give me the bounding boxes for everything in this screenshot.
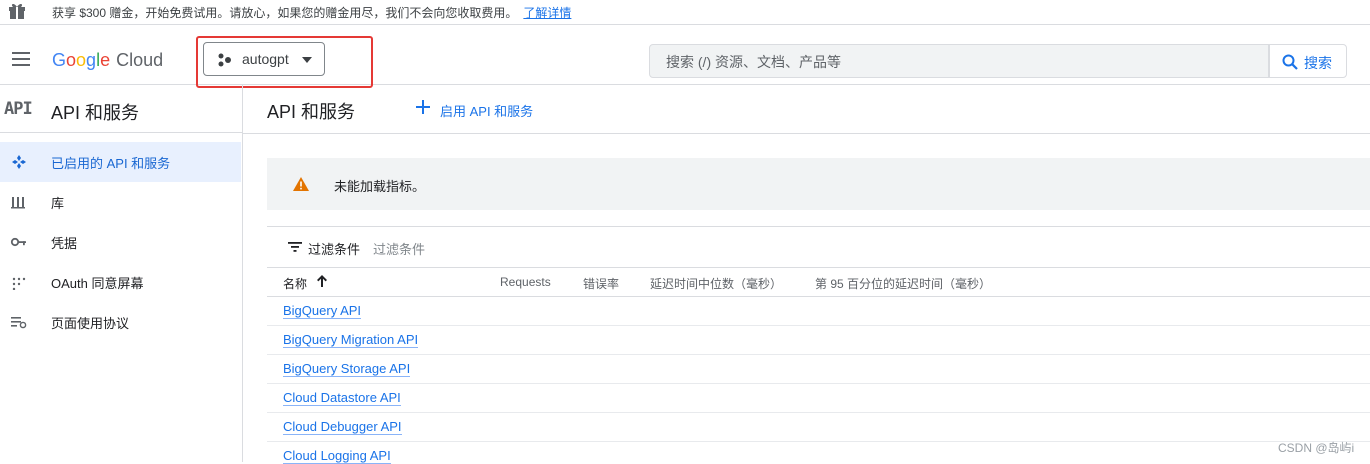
- key-icon: [10, 237, 26, 247]
- sidebar-item-label: 库: [51, 196, 65, 211]
- filter-bar[interactable]: 过滤条件 过滤条件: [267, 227, 1370, 267]
- search-button-label: 搜索: [1304, 55, 1332, 71]
- filter-label: 过滤条件: [308, 242, 361, 257]
- plus-icon: [416, 100, 430, 114]
- gift-icon: [9, 3, 25, 19]
- column-header-p95-latency[interactable]: 第 95 百分位的延迟时间（毫秒）: [815, 275, 991, 292]
- top-header: Google Cloud autogpt 搜索: [0, 36, 1370, 88]
- hamburger-menu-icon[interactable]: [12, 52, 30, 66]
- sidebar: API API 和服务 已启用的 API 和服务 库 凭据 OAuth 同意屏幕: [0, 85, 243, 462]
- sidebar-item-page-usage-agreement[interactable]: 页面使用协议: [0, 302, 241, 342]
- sidebar-item-label: 凭据: [51, 236, 78, 251]
- sidebar-item-oauth-consent[interactable]: OAuth 同意屏幕: [0, 262, 241, 302]
- sidebar-item-label: 已启用的 API 和服务: [51, 156, 171, 171]
- promo-text-wrap: 获享 $300 赠金，开始免费试用。请放心，如果您的赠金用尽，我们不会向您收取费…: [52, 4, 571, 21]
- filter-input[interactable]: 过滤条件: [373, 239, 425, 258]
- promo-learn-more-link[interactable]: 了解详情: [523, 6, 571, 20]
- page-title: API 和服务: [267, 102, 356, 122]
- sidebar-item-label: OAuth 同意屏幕: [51, 276, 144, 291]
- table-row: Cloud Logging API: [267, 442, 1370, 464]
- sidebar-divider: [0, 132, 242, 133]
- column-header-name[interactable]: 名称: [283, 275, 307, 292]
- alert-text: 未能加载指标。: [334, 179, 426, 194]
- sidebar-item-credentials[interactable]: 凭据: [0, 222, 241, 262]
- table-row: Cloud Datastore API: [267, 384, 1370, 413]
- search-button[interactable]: 搜索: [1269, 44, 1347, 78]
- column-header-error-rate[interactable]: 错误率: [583, 275, 619, 292]
- search-icon: [1282, 54, 1298, 70]
- promo-banner: 获享 $300 赠金，开始免费试用。请放心，如果您的赠金用尽，我们不会向您收取费…: [0, 0, 1370, 25]
- sidebar-item-label: 页面使用协议: [51, 316, 130, 331]
- search-input[interactable]: [650, 45, 1228, 79]
- google-cloud-logo[interactable]: Google Cloud: [52, 50, 163, 71]
- api-link[interactable]: BigQuery Storage API: [283, 362, 411, 377]
- column-header-requests[interactable]: Requests: [500, 275, 551, 289]
- promo-text: 获享 $300 赠金，开始免费试用。请放心，如果您的赠金用尽，我们不会向您收取费…: [52, 6, 518, 20]
- api-badge-icon: API: [4, 99, 33, 119]
- table-row: Cloud Debugger API: [267, 413, 1370, 442]
- title-divider: [243, 133, 1370, 134]
- api-link[interactable]: BigQuery API: [283, 304, 362, 319]
- search-box: [649, 44, 1269, 79]
- sidebar-title: API 和服务: [51, 103, 140, 123]
- api-diamond-icon: [12, 155, 26, 169]
- metrics-alert: 未能加载指标。: [267, 158, 1370, 210]
- column-header-median-latency[interactable]: 延迟时间中位数（毫秒）: [650, 275, 782, 292]
- watermark-text: CSDN @岛屿i: [1278, 441, 1355, 455]
- library-icon: [11, 197, 25, 209]
- sidebar-item-enabled-apis[interactable]: 已启用的 API 和服务: [0, 142, 241, 182]
- consent-dots-icon: [12, 277, 26, 290]
- annotation-highlight-box: [196, 36, 373, 88]
- api-link[interactable]: Cloud Debugger API: [283, 420, 402, 435]
- api-link[interactable]: Cloud Datastore API: [283, 391, 401, 406]
- table-row: BigQuery Migration API: [267, 326, 1370, 355]
- table-row: BigQuery Storage API: [267, 355, 1370, 384]
- api-link[interactable]: BigQuery Migration API: [283, 333, 419, 348]
- warning-icon: [293, 177, 309, 191]
- filter-icon: [288, 242, 302, 252]
- table-header: 名称 Requests 错误率 延迟时间中位数（毫秒） 第 95 百分位的延迟时…: [267, 267, 1370, 297]
- agreement-list-icon: [11, 317, 27, 329]
- table-row: BigQuery API: [267, 297, 1370, 326]
- arrow-up-icon[interactable]: [316, 274, 328, 288]
- enable-apis-label: 启用 API 和服务: [440, 104, 534, 119]
- sidebar-item-library[interactable]: 库: [0, 182, 241, 222]
